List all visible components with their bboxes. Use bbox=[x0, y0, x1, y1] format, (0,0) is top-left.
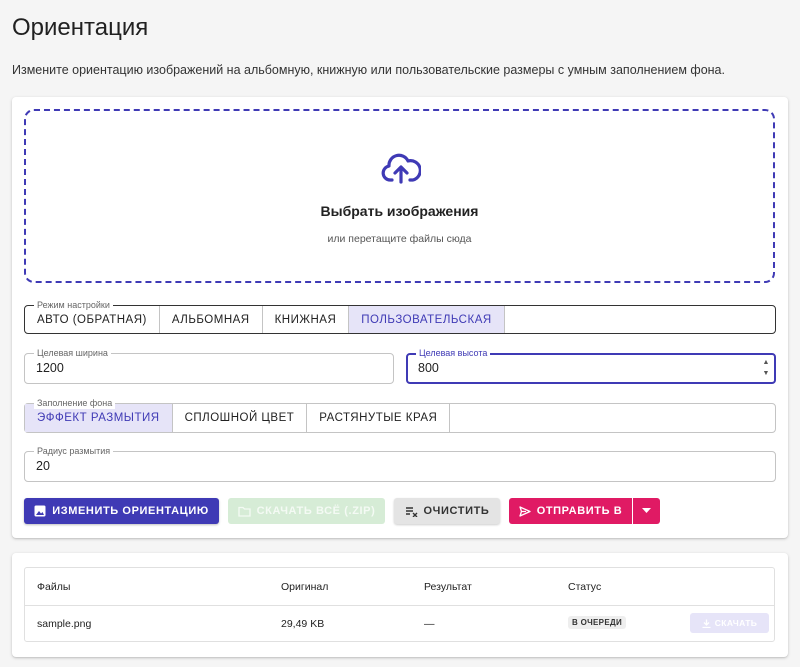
clear-button[interactable]: ОЧИСТИТЬ bbox=[394, 498, 500, 524]
header-result: Результат bbox=[424, 581, 472, 593]
clear-list-icon bbox=[405, 506, 418, 517]
cloud-upload-icon bbox=[381, 153, 421, 184]
cell-original: 29,49 KB bbox=[281, 618, 325, 630]
status-badge: В ОЧЕРЕДИ bbox=[568, 616, 627, 629]
fill-legend: Заполнение фона bbox=[34, 398, 116, 409]
chevron-up-icon[interactable]: ▲ bbox=[762, 357, 770, 368]
file-dropzone[interactable]: Выбрать изображения или перетащите файлы… bbox=[24, 109, 775, 283]
page-description: Измените ориентацию изображений на альбо… bbox=[12, 63, 725, 77]
fill-solid-button[interactable]: СПЛОШНОЙ ЦВЕТ bbox=[173, 404, 308, 432]
clear-button-label: ОЧИСТИТЬ bbox=[423, 505, 490, 517]
rotate-button[interactable]: ИЗМЕНИТЬ ОРИЕНТАЦИЮ bbox=[24, 498, 219, 524]
header-original: Оригинал bbox=[281, 581, 329, 593]
page-title: Ориентация bbox=[12, 14, 149, 41]
header-status: Статус bbox=[568, 581, 602, 593]
folder-icon bbox=[237, 506, 251, 517]
mode-selector: Режим настройки АВТО (ОБРАТНАЯ) АЛЬБОМНА… bbox=[24, 300, 776, 334]
send-to-label: ОТПРАВИТЬ В bbox=[536, 505, 623, 517]
cell-file: sample.png bbox=[37, 618, 92, 630]
row-download-button[interactable]: СКАЧАТЬ bbox=[690, 613, 769, 633]
send-to-button[interactable]: ОТПРАВИТЬ В bbox=[509, 498, 632, 524]
files-table: Файлы Оригинал Результат Статус sample.p… bbox=[24, 567, 775, 642]
blur-radius-field[interactable]: Радиус размытия 20 bbox=[24, 446, 776, 482]
mode-portrait-button[interactable]: КНИЖНАЯ bbox=[263, 306, 350, 333]
fill-stretch-button[interactable]: РАСТЯНУТЫЕ КРАЯ bbox=[307, 404, 451, 432]
header-files: Файлы bbox=[37, 581, 71, 593]
target-height-value[interactable]: 800 bbox=[418, 361, 439, 375]
mode-custom-button[interactable]: ПОЛЬЗОВАТЕЛЬСКАЯ bbox=[349, 306, 505, 333]
image-icon bbox=[34, 505, 46, 517]
blur-radius-value[interactable]: 20 bbox=[36, 459, 50, 473]
target-width-field[interactable]: Целевая ширина 1200 bbox=[24, 348, 394, 384]
target-height-field[interactable]: Целевая высота 800 ▲ ▼ bbox=[406, 348, 776, 384]
target-width-value[interactable]: 1200 bbox=[36, 361, 64, 375]
fill-selector: Заполнение фона ЭФФЕКТ РАЗМЫТИЯ СПЛОШНОЙ… bbox=[24, 398, 776, 433]
mode-legend: Режим настройки bbox=[34, 300, 113, 311]
caret-down-icon bbox=[642, 508, 651, 513]
height-stepper[interactable]: ▲ ▼ bbox=[762, 357, 770, 381]
mode-landscape-button[interactable]: АЛЬБОМНАЯ bbox=[160, 306, 263, 333]
send-to-menu-button[interactable] bbox=[633, 498, 660, 524]
dropzone-title: Выбрать изображения bbox=[320, 203, 479, 219]
cell-result: — bbox=[424, 618, 435, 630]
settings-card: Выбрать изображения или перетащите файлы… bbox=[12, 97, 788, 538]
target-width-legend: Целевая ширина bbox=[34, 348, 111, 359]
files-card: Файлы Оригинал Результат Статус sample.p… bbox=[12, 553, 788, 657]
rotate-button-label: ИЗМЕНИТЬ ОРИЕНТАЦИЮ bbox=[52, 505, 209, 517]
blur-radius-legend: Радиус размытия bbox=[34, 446, 114, 457]
send-icon bbox=[519, 505, 531, 517]
download-icon bbox=[702, 619, 711, 628]
row-download-label: СКАЧАТЬ bbox=[714, 618, 758, 628]
table-divider bbox=[25, 605, 774, 606]
chevron-down-icon[interactable]: ▼ bbox=[762, 368, 770, 379]
download-all-button[interactable]: СКАЧАТЬ ВСЁ (.ZIP) bbox=[228, 498, 385, 524]
target-height-legend: Целевая высота bbox=[416, 348, 491, 359]
download-all-label: СКАЧАТЬ ВСЁ (.ZIP) bbox=[256, 505, 376, 517]
dropzone-subtitle: или перетащите файлы сюда bbox=[327, 233, 472, 245]
